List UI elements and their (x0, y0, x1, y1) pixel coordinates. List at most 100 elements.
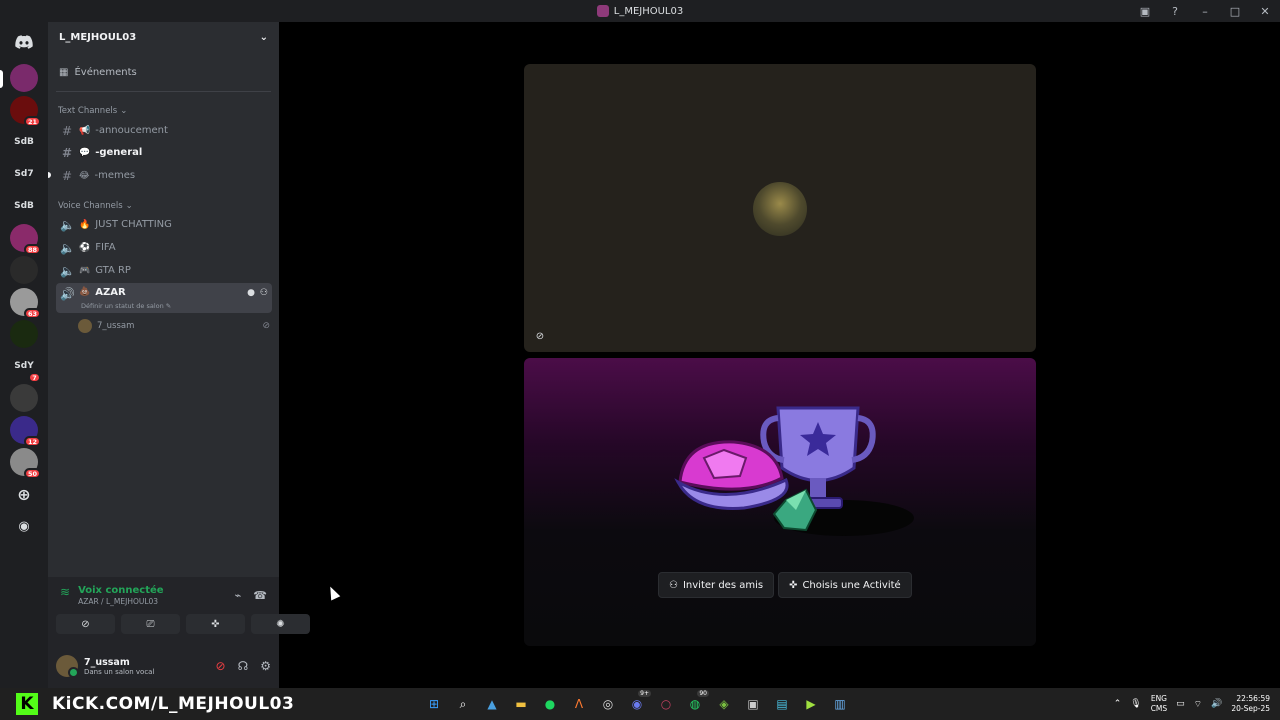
category-voice-channels[interactable]: Voice Channels ⌄ (58, 201, 133, 211)
voice-status: ≋ Voix connectée AZAR / L_MEJHOUL03 (60, 585, 164, 606)
windows-start-icon[interactable]: ⊞ (424, 694, 444, 714)
app-icon[interactable]: ◈ (714, 694, 734, 714)
participant-tile[interactable]: ⊘ (524, 64, 1036, 352)
voice-channel-just-chatting[interactable]: 🔈 🔥 JUST CHATTING (56, 214, 272, 235)
disconnect-icon[interactable]: ☎ (253, 589, 267, 602)
gear-icon[interactable]: ⚙ (260, 659, 271, 673)
activity-button[interactable]: ✜ (186, 614, 245, 634)
server-icon[interactable]: 63 (10, 288, 41, 319)
minimize-button[interactable]: – (1190, 0, 1220, 22)
choose-activity-button[interactable]: ✜ Choisis une Activité (778, 572, 912, 598)
share-screen-button[interactable]: ⎚ (121, 614, 180, 634)
channel-status-hint[interactable]: Définir un statut de salon ✎ (81, 302, 171, 310)
notepad-icon[interactable]: ▥ (830, 694, 850, 714)
chevron-down-icon: ⌄ (259, 31, 268, 43)
channel-emoji: 📢 (79, 125, 91, 136)
discover-compass-icon[interactable]: ◉ (10, 512, 38, 540)
app-icon[interactable]: ▤ (772, 694, 792, 714)
avatar (78, 319, 92, 333)
inbox-icon[interactable]: ▣ (1130, 0, 1160, 22)
app-icon[interactable]: ○ (656, 694, 676, 714)
server-label: SdY (14, 361, 34, 371)
network-icon[interactable]: ⌔ (1194, 699, 1202, 710)
noise-suppression-icon[interactable]: ⌁ (235, 589, 242, 602)
server-icon[interactable]: SdB (10, 192, 38, 220)
voice-channel-fifa[interactable]: 🔈 ⚽ FIFA (56, 237, 272, 258)
voice-connected-label[interactable]: Voix connectée (78, 585, 164, 596)
channel-emoji: 💬 (79, 147, 91, 158)
category-text-channels[interactable]: Text Channels ⌄ (58, 106, 127, 116)
voice-location[interactable]: AZAR / L_MEJHOUL03 (78, 597, 164, 606)
channel-name: AZAR (95, 287, 126, 298)
user-area[interactable]: 7_ussam Dans un salon vocal ⊘ ☊ ⚙ (56, 651, 271, 681)
widgets-icon[interactable]: ▲ (482, 694, 502, 714)
search-icon[interactable]: ⌕ (453, 694, 473, 714)
server-icon[interactable] (10, 320, 38, 348)
microphone-muted-icon[interactable]: ⊘ (216, 659, 226, 673)
app-a-icon[interactable]: Λ (569, 694, 589, 714)
server-icon[interactable]: 88 (10, 224, 41, 255)
server-icon[interactable] (10, 384, 38, 412)
monitor-icon[interactable]: ▭ (1176, 699, 1185, 709)
camera-off-icon: ⊘ (81, 618, 90, 630)
channel-memes[interactable]: # 😂 -memes (56, 165, 272, 186)
channel-emoji: ⚽ (79, 242, 91, 253)
discord-home-icon[interactable] (10, 28, 38, 56)
screen-share-icon: ⎚ (146, 618, 155, 630)
close-button[interactable]: ✕ (1250, 0, 1280, 22)
events-label: Événements (74, 67, 137, 78)
events-item[interactable]: ▦ Événements (59, 67, 137, 78)
whatsapp-icon[interactable]: ◍ 90 (685, 690, 709, 714)
divider (56, 91, 271, 92)
add-server-icon[interactable]: ⊕ (10, 480, 38, 508)
calendar-icon: ▦ (59, 67, 69, 78)
camera-button[interactable]: ⊘ (56, 614, 115, 634)
signal-icon[interactable]: ≋ (60, 585, 70, 606)
server-icon[interactable]: 50 (10, 448, 41, 479)
invite-friends-button[interactable]: ⚇ Inviter des amis (658, 572, 775, 598)
mouse-cursor (325, 584, 341, 601)
window-title: L_MEJHOUL03 (596, 5, 683, 17)
guild-header[interactable]: L_MEJHOUL03 ⌄ (48, 22, 279, 52)
voice-channel-gta-rp[interactable]: 🔈 🎮 GTA RP (56, 260, 272, 281)
add-member-icon[interactable]: ⚇ (260, 288, 268, 298)
server-icon[interactable] (10, 64, 38, 92)
mention-badge: 63 (23, 308, 41, 319)
server-icon[interactable]: 12 (10, 416, 41, 447)
voice-channel-azar[interactable]: 🔊 💩 AZAR Définir un statut de salon ✎ ● … (56, 283, 272, 313)
server-icon[interactable]: Sd7 (10, 160, 38, 188)
speaker-icon: 🔈 (60, 263, 75, 278)
server-icon[interactable]: SdB (10, 128, 38, 156)
activity-tile: ⚇ Inviter des amis ✜ Choisis une Activit… (524, 358, 1036, 646)
server-icon[interactable]: SdY 7 (10, 352, 41, 383)
terminal-icon[interactable]: ▶ (801, 694, 821, 714)
channel-annoucement[interactable]: # 📢 -annoucement (56, 120, 272, 141)
obs-icon[interactable]: ◎ (598, 694, 618, 714)
voice-member[interactable]: 7_ussam ⊘ (78, 319, 272, 333)
help-icon[interactable]: ? (1160, 0, 1190, 22)
chevron-up-icon[interactable]: ⌃ (1114, 699, 1122, 709)
time: 22:56:59 (1236, 694, 1270, 703)
maximize-button[interactable]: □ (1220, 0, 1250, 22)
channel-general[interactable]: # 💬 -general (56, 142, 272, 163)
spotify-icon[interactable]: ● (540, 694, 560, 714)
volume-icon[interactable]: 🔊 (1211, 699, 1222, 709)
app-icon[interactable]: ▣ (743, 694, 763, 714)
voice-user-panel: ≋ Voix connectée AZAR / L_MEJHOUL03 ⌁ ☎ … (48, 577, 310, 688)
discord-taskbar-icon[interactable]: ◉ 9+ (627, 690, 651, 714)
chat-bubble-icon[interactable]: ● (247, 288, 255, 298)
soundboard-button[interactable]: ✺ (251, 614, 310, 634)
language-indicator[interactable]: ENG CMS (1151, 694, 1167, 714)
taskbar: K KiCK.COM/L_MEJHOUL03 ⊞ ⌕ ▲ ▬ ● Λ ◎ ◉ 9+… (0, 688, 1280, 720)
mention-badge: 12 (23, 436, 41, 447)
clock[interactable]: 22:56:59 20-Sep-25 (1231, 694, 1270, 714)
file-explorer-icon[interactable]: ▬ (511, 694, 531, 714)
server-icon[interactable] (10, 256, 38, 284)
headphones-icon[interactable]: ☊ (238, 659, 249, 673)
avatar[interactable] (56, 655, 79, 678)
server-icon[interactable]: 21 (10, 96, 41, 127)
mention-badge: 50 (23, 468, 41, 479)
kick-logo: K (16, 693, 38, 715)
hashtag-icon: # (61, 145, 73, 160)
microphone-icon[interactable]: 🎙 (1130, 699, 1141, 709)
